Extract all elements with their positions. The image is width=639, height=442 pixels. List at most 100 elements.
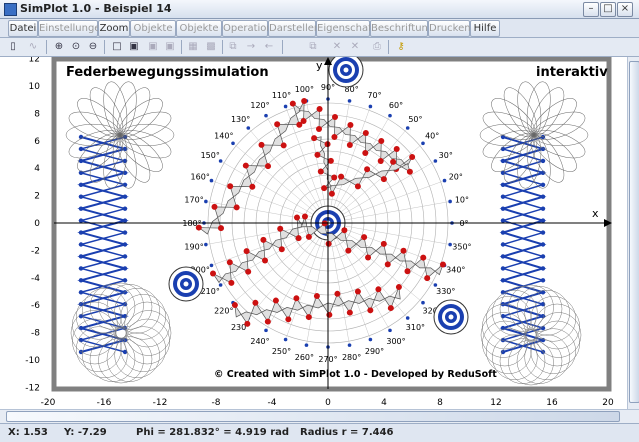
red-spring-2-band xyxy=(298,100,413,170)
menu-datei[interactable]: Datei xyxy=(8,20,38,37)
zoom-in-icon[interactable]: ⊕ xyxy=(52,40,66,54)
red-spring-1-mass xyxy=(227,183,234,190)
left-top-flower-petal xyxy=(116,87,151,136)
toolbar-separator xyxy=(388,40,389,54)
status-phi: Phi = 281.832° = 4.919 rad xyxy=(136,427,290,438)
polar-dot xyxy=(368,337,373,342)
help-key-icon[interactable]: ⚷ xyxy=(394,40,408,54)
red-spring-2-mass xyxy=(409,154,416,161)
polar-dot xyxy=(368,104,373,109)
left-bottom-rosette-ring xyxy=(124,318,170,365)
cross-2-icon[interactable]: ✕ xyxy=(348,40,362,54)
plot-canvas[interactable]: 0°10°20°30°40°50°60°70°80°90°100°110°120… xyxy=(0,52,627,409)
grid-icon[interactable]: ▦ xyxy=(186,40,200,54)
right-spring-node xyxy=(500,218,506,223)
menu-operation[interactable]: Operation xyxy=(222,20,273,37)
menu-zoom[interactable]: Zoom xyxy=(98,20,130,37)
red-spring-1-mass xyxy=(289,100,296,107)
polar-dot xyxy=(246,126,251,130)
red-spring-2-mass xyxy=(300,117,307,124)
red-spring-6-mass xyxy=(326,311,333,318)
red-spring-1-mass xyxy=(211,203,218,210)
red-spring-4-mass xyxy=(277,225,284,232)
red-spring-2-mass xyxy=(331,133,338,140)
left-top-flower-petal xyxy=(119,123,175,147)
circle-frame-icon[interactable]: ▣ xyxy=(127,40,141,54)
red-spring-2-mass xyxy=(377,157,384,164)
arrow-left-icon[interactable]: ← xyxy=(262,40,276,54)
right-spring-node xyxy=(500,266,506,271)
menu-beschriftung[interactable]: Beschriftung xyxy=(370,20,434,37)
calculator-icon[interactable]: ▯ xyxy=(6,40,20,54)
credit-text: © Created with SimPlot 1.0 - Developed b… xyxy=(214,369,497,380)
red-spring-5-mass xyxy=(420,254,427,261)
polar-angle-label: 60° xyxy=(389,101,403,110)
arrow-right-icon[interactable]: → xyxy=(244,40,258,54)
horizontal-scroll-thumb[interactable] xyxy=(6,411,620,422)
copy-icon[interactable]: ⧉ xyxy=(306,40,320,54)
red-spring-1-mass xyxy=(242,162,249,169)
plot-area[interactable]: 0° 10° 20° 30° 40° 50° 60° 70° 80° 90° 100° 110° 120… xyxy=(0,52,627,409)
x-tick-label: 4 xyxy=(381,398,387,408)
menu-hilfe[interactable]: Hilfe xyxy=(470,20,500,37)
y-tick-labels: 12 10 8 6 4 2 0 -2 -4 -6 -8 -10 -12 xyxy=(25,55,40,394)
left-top-flower-petal xyxy=(89,87,124,136)
menu-drucken[interactable]: Drucken xyxy=(428,20,471,37)
menu-objekte-1[interactable]: Objekte I xyxy=(130,20,176,49)
red-spring-4-mass xyxy=(278,246,285,253)
red-spring-6-mass xyxy=(375,286,382,293)
menu-eigenschaft[interactable]: Eigenschaft xyxy=(316,20,375,37)
vertical-scrollbar[interactable] xyxy=(627,57,639,409)
red-spring-1-mass xyxy=(274,121,281,128)
red-spring-5-band xyxy=(300,215,444,279)
red-spring-3-mass xyxy=(390,158,397,165)
red-spring-6-mass xyxy=(367,307,374,314)
image-icon[interactable]: ▩ xyxy=(204,40,218,54)
polar-angle-label: 240° xyxy=(250,337,269,346)
circle-frame-2-icon[interactable]: ▣ xyxy=(146,40,160,54)
polar-angle-label: 130° xyxy=(231,115,250,124)
function-icon[interactable]: ∿ xyxy=(26,40,40,54)
circle-frame-3-icon[interactable]: ▣ xyxy=(163,40,177,54)
right-spring-node xyxy=(500,242,506,247)
red-spring-2-mass xyxy=(316,125,322,132)
menu-darstellen[interactable]: Darstellen xyxy=(268,20,320,37)
left-bottom-rosette-ring xyxy=(106,336,153,382)
red-spring-5-mass xyxy=(404,268,411,275)
red-spring-5-mass xyxy=(380,240,387,247)
status-radius: Radius r = 7.446 xyxy=(300,427,394,438)
right-spring-node xyxy=(540,242,546,247)
y-tick-label: 0 xyxy=(34,219,40,229)
cross-icon[interactable]: ✕ xyxy=(330,40,344,54)
left-spring-node xyxy=(78,146,84,152)
square-icon[interactable]: □ xyxy=(110,40,124,54)
menu-einstellungen[interactable]: Einstellungen xyxy=(38,20,107,37)
right-spring-node xyxy=(500,278,506,283)
vertical-scroll-thumb[interactable] xyxy=(629,61,639,403)
menu-objekte-2[interactable]: Objekte II xyxy=(176,20,222,49)
red-spring-6-mass xyxy=(231,302,238,309)
red-spring-2-mass xyxy=(346,141,353,148)
close-button[interactable]: × xyxy=(617,2,633,17)
polar-dot xyxy=(264,113,268,118)
polar-angle-label: 210° xyxy=(201,287,220,296)
polar-angle-label: 110° xyxy=(272,91,291,100)
zoom-out-icon[interactable]: ⊖ xyxy=(86,40,100,54)
arrange-icon[interactable]: ⧉ xyxy=(226,40,240,54)
horizontal-scrollbar[interactable] xyxy=(0,409,639,423)
left-spring-node xyxy=(122,206,128,211)
red-spring-6-mass xyxy=(244,320,251,327)
print-icon[interactable]: ⎙ xyxy=(370,40,384,54)
right-spring-node xyxy=(540,194,546,199)
y-tick-label: -8 xyxy=(31,329,40,339)
red-spring-4-mass xyxy=(295,235,302,242)
maximize-button[interactable]: □ xyxy=(600,2,616,17)
red-spring-6-mass xyxy=(334,290,341,297)
zoom-region-icon[interactable]: ⊙ xyxy=(69,40,83,54)
red-spring-2-mass xyxy=(347,122,354,129)
red-spring-5-mass xyxy=(424,275,431,282)
left-spring-node xyxy=(78,242,84,247)
right-bottom-rosette-ring xyxy=(516,338,563,384)
minimize-button[interactable]: – xyxy=(583,2,599,17)
x-tick-label: -8 xyxy=(212,398,221,408)
